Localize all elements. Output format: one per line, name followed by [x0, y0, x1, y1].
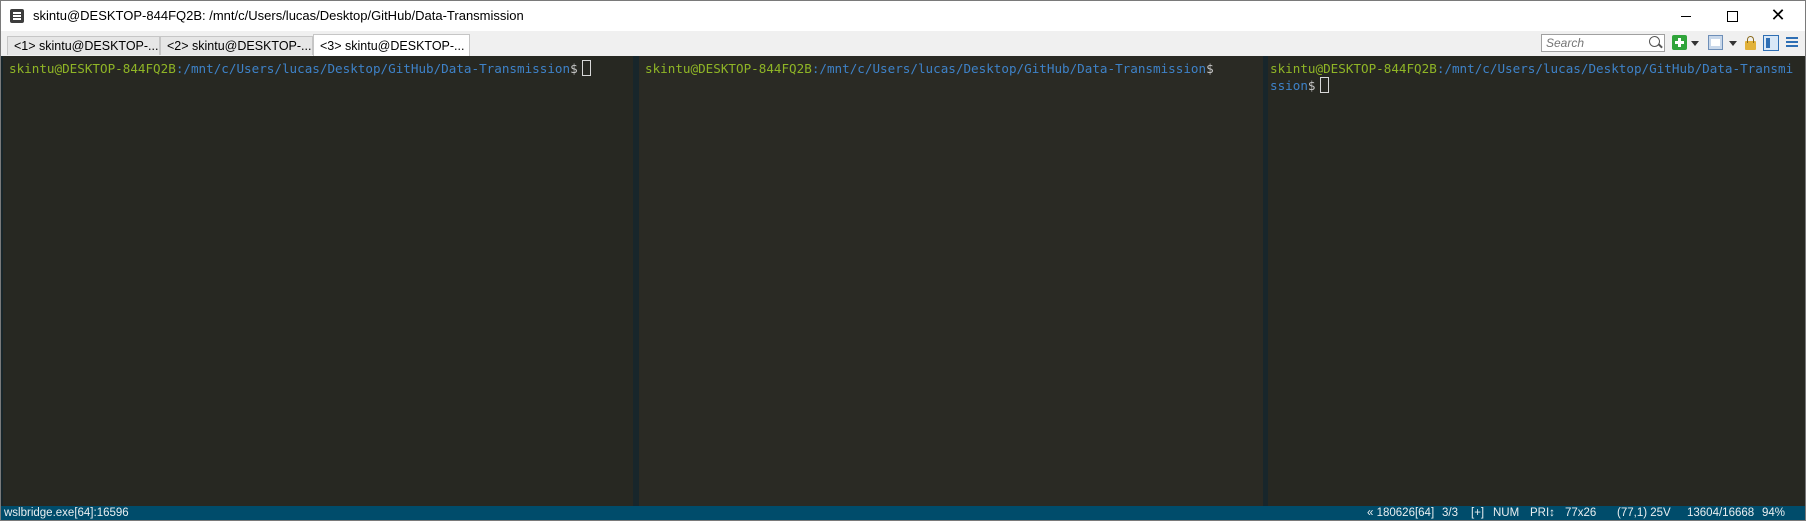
prompt-user-host: skintu@DESKTOP-844FQ2B — [645, 61, 812, 76]
split-panes-icon[interactable] — [1763, 35, 1779, 51]
console-icon[interactable] — [1708, 35, 1723, 50]
search-input[interactable] — [1546, 36, 1646, 50]
prompt-line: skintu@DESKTOP-844FQ2B:/mnt/c/Users/luca… — [9, 60, 633, 77]
status-buffer[interactable]: 13604/16668 — [1687, 506, 1754, 520]
lock-icon[interactable] — [1744, 35, 1756, 50]
search-box[interactable] — [1541, 34, 1665, 52]
tab-2[interactable]: <2> skintu@DESKTOP-... — [160, 36, 313, 55]
status-bar: wslbridge.exe[64]:16596 « 180626[64] 3/3… — [1, 506, 1805, 520]
app-icon[interactable] — [10, 9, 24, 23]
text-cursor — [581, 60, 591, 76]
prompt-dollar: $ — [570, 61, 578, 76]
prompt-path: :/mnt/c/Users/lucas/Desktop/GitHub/Data-… — [811, 61, 1207, 76]
close-icon: ✕ — [1770, 5, 1786, 26]
terminal-pane-3[interactable]: skintu@DESKTOP-844FQ2B:/mnt/c/Users/luca… — [1268, 56, 1805, 506]
title-bar[interactable]: skintu@DESKTOP-844FQ2B: /mnt/c/Users/luc… — [1, 1, 1805, 31]
close-button[interactable]: ✕ — [1755, 1, 1801, 31]
prompt-line: skintu@DESKTOP-844FQ2B:/mnt/c/Users/luca… — [1270, 60, 1800, 94]
status-num-lock[interactable]: NUM — [1493, 506, 1519, 520]
status-plus[interactable]: [+] — [1471, 506, 1484, 520]
conemu-window: skintu@DESKTOP-844FQ2B: /mnt/c/Users/luc… — [0, 0, 1806, 521]
plus-icon[interactable] — [1672, 35, 1687, 50]
minimize-button[interactable] — [1663, 1, 1709, 31]
text-cursor — [1319, 77, 1329, 93]
maximize-button[interactable] — [1709, 1, 1755, 31]
status-pid[interactable]: « 180626[64] — [1367, 506, 1434, 520]
status-tab-count[interactable]: 3/3 — [1442, 506, 1458, 520]
tab-1[interactable]: <1> skintu@DESKTOP-... — [7, 36, 160, 55]
search-icon[interactable] — [1649, 36, 1660, 47]
minimize-icon — [1681, 15, 1691, 17]
tab-strip: <1> skintu@DESKTOP-... <2> skintu@DESKTO… — [1, 31, 1805, 57]
status-process[interactable]: wslbridge.exe[64]:16596 — [4, 506, 129, 520]
maximize-icon — [1726, 10, 1738, 22]
terminal-pane-1[interactable]: skintu@DESKTOP-844FQ2B:/mnt/c/Users/luca… — [3, 56, 633, 506]
status-priority[interactable]: PRI↕ — [1530, 506, 1555, 520]
prompt-line: skintu@DESKTOP-844FQ2B:/mnt/c/Users/luca… — [645, 60, 1263, 77]
window-title: skintu@DESKTOP-844FQ2B: /mnt/c/Users/luc… — [33, 8, 524, 23]
terminal-area: skintu@DESKTOP-844FQ2B:/mnt/c/Users/luca… — [1, 56, 1805, 506]
hamburger-menu-icon[interactable] — [1785, 35, 1799, 50]
prompt-dollar: $ — [1307, 78, 1316, 93]
prompt-user-host: skintu@DESKTOP-844FQ2B — [9, 61, 176, 76]
dropdown-caret-icon[interactable] — [1691, 41, 1699, 46]
status-console-size[interactable]: 77x26 — [1565, 506, 1596, 520]
tab-3[interactable]: <3> skintu@DESKTOP-... — [313, 34, 470, 56]
prompt-user-host: skintu@DESKTOP-844FQ2B — [1270, 61, 1437, 76]
status-zoom[interactable]: 94% — [1762, 506, 1785, 520]
prompt-path: :/mnt/c/Users/lucas/Desktop/GitHub/Data-… — [175, 61, 571, 76]
prompt-dollar: $ — [1206, 61, 1214, 76]
terminal-pane-2[interactable]: skintu@DESKTOP-844FQ2B:/mnt/c/Users/luca… — [639, 56, 1263, 506]
status-cursor-position[interactable]: (77,1) 25V — [1617, 506, 1671, 520]
dropdown-caret-icon[interactable] — [1729, 41, 1737, 46]
